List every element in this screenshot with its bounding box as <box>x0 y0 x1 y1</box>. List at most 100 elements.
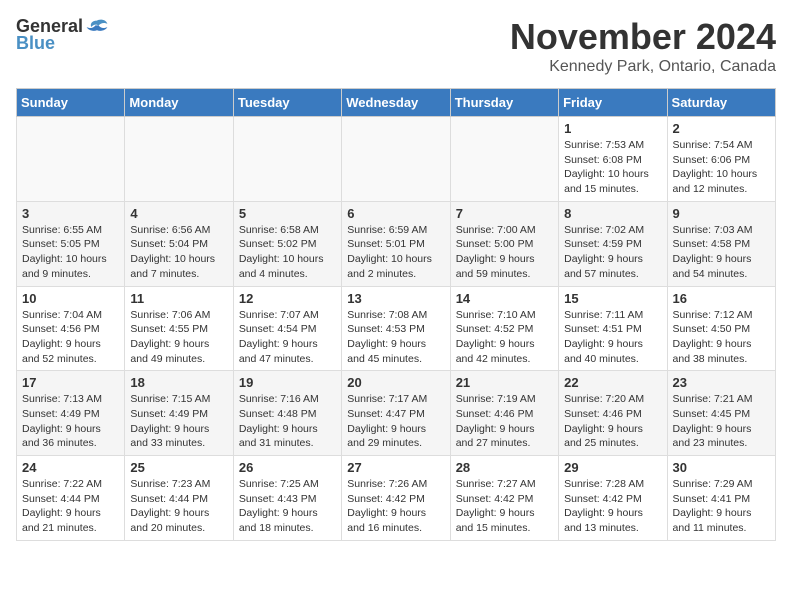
calendar-cell: 6Sunrise: 6:59 AM Sunset: 5:01 PM Daylig… <box>342 201 450 286</box>
location-title: Kennedy Park, Ontario, Canada <box>510 58 776 76</box>
calendar-cell: 10 Sunrise: 7:04 AM Sunset: 4:56 PM Dayli… <box>17 286 125 371</box>
calendar-cell: 3 Sunrise: 6:55 AM Sunset: 5:05 PM Daylig… <box>17 201 125 286</box>
weekday-header-monday: Monday <box>125 89 233 117</box>
day-number: 9 <box>673 206 770 221</box>
day-number: 23 <box>673 375 770 390</box>
day-info: Sunrise: 7:08 AM Sunset: 4:53 PM Dayligh… <box>347 308 444 367</box>
day-info: Sunrise: 7:25 AM Sunset: 4:43 PM Dayligh… <box>239 477 336 536</box>
calendar-cell: 26 Sunrise: 7:25 AM Sunset: 4:43 PM Dayli… <box>233 456 341 541</box>
calendar-cell: 4Sunrise: 6:56 AM Sunset: 5:04 PM Daylig… <box>125 201 233 286</box>
day-info: Sunrise: 7:15 AM Sunset: 4:49 PM Dayligh… <box>130 392 227 451</box>
calendar-cell: 22Sunrise: 7:20 AM Sunset: 4:46 PM Dayli… <box>559 371 667 456</box>
calendar-cell: 17 Sunrise: 7:13 AM Sunset: 4:49 PM Dayli… <box>17 371 125 456</box>
calendar-cell: 24 Sunrise: 7:22 AM Sunset: 4:44 PM Dayli… <box>17 456 125 541</box>
calendar-table: SundayMondayTuesdayWednesdayThursdayFrid… <box>16 88 776 541</box>
weekday-header-friday: Friday <box>559 89 667 117</box>
day-info: Sunrise: 7:11 AM Sunset: 4:51 PM Dayligh… <box>564 308 661 367</box>
day-info: Sunrise: 7:26 AM Sunset: 4:42 PM Dayligh… <box>347 477 444 536</box>
day-number: 29 <box>564 460 661 475</box>
day-number: 18 <box>130 375 227 390</box>
day-info: Sunrise: 7:53 AM Sunset: 6:08 PM Dayligh… <box>564 138 661 197</box>
day-number: 26 <box>239 460 336 475</box>
day-number: 2 <box>673 121 770 136</box>
day-number: 30 <box>673 460 770 475</box>
calendar-cell: 7Sunrise: 7:00 AM Sunset: 5:00 PM Daylig… <box>450 201 558 286</box>
week-row-4: 17 Sunrise: 7:13 AM Sunset: 4:49 PM Dayli… <box>17 371 776 456</box>
day-info: Sunrise: 6:58 AM Sunset: 5:02 PM Dayligh… <box>239 223 336 282</box>
calendar-cell: 19 Sunrise: 7:16 AM Sunset: 4:48 PM Dayli… <box>233 371 341 456</box>
day-number: 12 <box>239 291 336 306</box>
day-number: 8 <box>564 206 661 221</box>
day-info: Sunrise: 7:16 AM Sunset: 4:48 PM Dayligh… <box>239 392 336 451</box>
weekday-header-wednesday: Wednesday <box>342 89 450 117</box>
day-info: Sunrise: 6:55 AM Sunset: 5:05 PM Dayligh… <box>22 223 119 282</box>
day-info: Sunrise: 7:28 AM Sunset: 4:42 PM Dayligh… <box>564 477 661 536</box>
day-info: Sunrise: 7:19 AM Sunset: 4:46 PM Dayligh… <box>456 392 553 451</box>
calendar-cell <box>233 117 341 202</box>
calendar-cell: 5 Sunrise: 6:58 AM Sunset: 5:02 PM Daylig… <box>233 201 341 286</box>
day-info: Sunrise: 7:04 AM Sunset: 4:56 PM Dayligh… <box>22 308 119 367</box>
day-number: 7 <box>456 206 553 221</box>
day-number: 3 <box>22 206 119 221</box>
calendar-cell: 21 Sunrise: 7:19 AM Sunset: 4:46 PM Dayli… <box>450 371 558 456</box>
calendar-cell: 16 Sunrise: 7:12 AM Sunset: 4:50 PM Dayli… <box>667 286 775 371</box>
month-title: November 2024 <box>510 16 776 58</box>
day-number: 17 <box>22 375 119 390</box>
day-info: Sunrise: 7:06 AM Sunset: 4:55 PM Dayligh… <box>130 308 227 367</box>
calendar-cell: 11 Sunrise: 7:06 AM Sunset: 4:55 PM Dayli… <box>125 286 233 371</box>
calendar-cell <box>342 117 450 202</box>
day-info: Sunrise: 7:13 AM Sunset: 4:49 PM Dayligh… <box>22 392 119 451</box>
calendar-cell: 23 Sunrise: 7:21 AM Sunset: 4:45 PM Dayli… <box>667 371 775 456</box>
calendar-cell <box>17 117 125 202</box>
day-number: 1 <box>564 121 661 136</box>
week-row-2: 3 Sunrise: 6:55 AM Sunset: 5:05 PM Daylig… <box>17 201 776 286</box>
day-number: 28 <box>456 460 553 475</box>
logo-bird-icon <box>85 17 109 37</box>
header: General Blue November 2024 Kennedy Park,… <box>16 16 776 76</box>
calendar-cell: 15Sunrise: 7:11 AM Sunset: 4:51 PM Dayli… <box>559 286 667 371</box>
day-number: 25 <box>130 460 227 475</box>
day-number: 14 <box>456 291 553 306</box>
calendar-cell: 9 Sunrise: 7:03 AM Sunset: 4:58 PM Daylig… <box>667 201 775 286</box>
day-info: Sunrise: 7:17 AM Sunset: 4:47 PM Dayligh… <box>347 392 444 451</box>
calendar-cell: 12Sunrise: 7:07 AM Sunset: 4:54 PM Dayli… <box>233 286 341 371</box>
weekday-header-saturday: Saturday <box>667 89 775 117</box>
day-number: 11 <box>130 291 227 306</box>
calendar-cell: 20 Sunrise: 7:17 AM Sunset: 4:47 PM Dayli… <box>342 371 450 456</box>
calendar-cell: 25Sunrise: 7:23 AM Sunset: 4:44 PM Dayli… <box>125 456 233 541</box>
day-info: Sunrise: 7:22 AM Sunset: 4:44 PM Dayligh… <box>22 477 119 536</box>
day-info: Sunrise: 7:12 AM Sunset: 4:50 PM Dayligh… <box>673 308 770 367</box>
calendar-cell: 28 Sunrise: 7:27 AM Sunset: 4:42 PM Dayli… <box>450 456 558 541</box>
day-info: Sunrise: 7:54 AM Sunset: 6:06 PM Dayligh… <box>673 138 770 197</box>
week-row-1: 1 Sunrise: 7:53 AM Sunset: 6:08 PM Daylig… <box>17 117 776 202</box>
day-number: 21 <box>456 375 553 390</box>
weekday-header-row: SundayMondayTuesdayWednesdayThursdayFrid… <box>17 89 776 117</box>
day-number: 16 <box>673 291 770 306</box>
day-info: Sunrise: 7:03 AM Sunset: 4:58 PM Dayligh… <box>673 223 770 282</box>
day-info: Sunrise: 7:27 AM Sunset: 4:42 PM Dayligh… <box>456 477 553 536</box>
calendar-cell <box>450 117 558 202</box>
day-info: Sunrise: 7:21 AM Sunset: 4:45 PM Dayligh… <box>673 392 770 451</box>
logo-blue: Blue <box>16 33 55 54</box>
calendar-cell: 27Sunrise: 7:26 AM Sunset: 4:42 PM Dayli… <box>342 456 450 541</box>
logo: General Blue <box>16 16 109 54</box>
day-number: 10 <box>22 291 119 306</box>
day-number: 20 <box>347 375 444 390</box>
calendar-cell: 29 Sunrise: 7:28 AM Sunset: 4:42 PM Dayli… <box>559 456 667 541</box>
calendar-cell: 8Sunrise: 7:02 AM Sunset: 4:59 PM Daylig… <box>559 201 667 286</box>
day-number: 13 <box>347 291 444 306</box>
day-info: Sunrise: 6:56 AM Sunset: 5:04 PM Dayligh… <box>130 223 227 282</box>
calendar-cell: 18 Sunrise: 7:15 AM Sunset: 4:49 PM Dayli… <box>125 371 233 456</box>
weekday-header-thursday: Thursday <box>450 89 558 117</box>
day-info: Sunrise: 7:20 AM Sunset: 4:46 PM Dayligh… <box>564 392 661 451</box>
day-number: 19 <box>239 375 336 390</box>
calendar-cell: 14 Sunrise: 7:10 AM Sunset: 4:52 PM Dayli… <box>450 286 558 371</box>
day-info: Sunrise: 7:29 AM Sunset: 4:41 PM Dayligh… <box>673 477 770 536</box>
calendar-cell: 2 Sunrise: 7:54 AM Sunset: 6:06 PM Daylig… <box>667 117 775 202</box>
calendar-cell <box>125 117 233 202</box>
calendar-cell: 30 Sunrise: 7:29 AM Sunset: 4:41 PM Dayli… <box>667 456 775 541</box>
day-number: 24 <box>22 460 119 475</box>
title-area: November 2024 Kennedy Park, Ontario, Can… <box>510 16 776 76</box>
day-info: Sunrise: 7:10 AM Sunset: 4:52 PM Dayligh… <box>456 308 553 367</box>
day-number: 5 <box>239 206 336 221</box>
